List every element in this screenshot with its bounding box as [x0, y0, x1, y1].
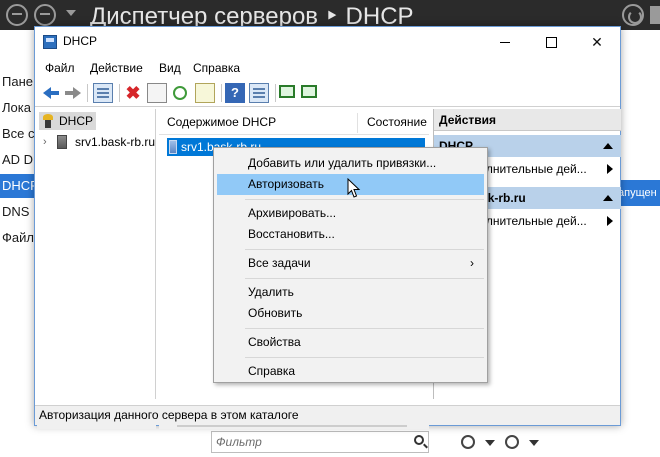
- dhcp-app-icon: [43, 35, 57, 49]
- minimize-button[interactable]: [482, 27, 528, 57]
- back-arrow-icon[interactable]: [41, 83, 61, 103]
- forward-icon[interactable]: [34, 4, 56, 26]
- menu-bar: Файл Действие Вид Справка: [35, 57, 620, 79]
- column-divider[interactable]: [357, 113, 358, 133]
- menu-separator: [245, 249, 484, 250]
- export-list-icon[interactable]: [195, 83, 215, 103]
- window-titlebar[interactable]: DHCP ✕: [35, 27, 620, 57]
- search-icon: [414, 435, 424, 445]
- menu-separator: [245, 328, 484, 329]
- expand-chevron-icon[interactable]: ›: [43, 133, 47, 151]
- menu-view[interactable]: Вид: [159, 61, 181, 75]
- toolbar: ✖ ?: [35, 79, 620, 107]
- submenu-arrow-icon: ›: [470, 256, 474, 270]
- forward-arrow-icon[interactable]: [63, 83, 83, 103]
- show-hide-action-pane-icon[interactable]: [249, 83, 269, 103]
- tree-item-label: DHCP: [59, 114, 94, 128]
- mouse-cursor-icon: [347, 178, 361, 198]
- chevron-down-icon[interactable]: [485, 440, 495, 446]
- menu-help[interactable]: Справка: [193, 61, 240, 75]
- toolbar-separator: [87, 84, 88, 102]
- collapse-icon[interactable]: [603, 143, 613, 149]
- status-badge: апущен: [618, 180, 660, 206]
- chevron-down-icon[interactable]: [529, 440, 539, 446]
- menu-item-delete[interactable]: Удалить: [217, 282, 484, 303]
- server-icon[interactable]: [279, 85, 295, 98]
- properties-icon[interactable]: [147, 83, 167, 103]
- submenu-arrow-icon: [607, 216, 613, 226]
- menu-action[interactable]: Действие: [90, 61, 143, 75]
- server-manager-filter-bar: Фильтр: [205, 425, 660, 457]
- menu-file[interactable]: Файл: [45, 61, 75, 75]
- menu-item-label: Все задачи: [248, 256, 311, 270]
- tree-item-dhcp[interactable]: DHCP: [39, 112, 97, 130]
- results-header: Содержимое DHCP Состояние: [159, 109, 429, 135]
- column-header-status[interactable]: Состояние: [367, 115, 427, 129]
- filter-input[interactable]: Фильтр: [211, 431, 429, 453]
- notifications-flag-icon[interactable]: [650, 6, 660, 24]
- back-icon[interactable]: [6, 4, 28, 26]
- refresh-icon[interactable]: [173, 86, 187, 100]
- delete-icon[interactable]: ✖: [123, 83, 143, 103]
- menu-item-refresh[interactable]: Обновить: [217, 303, 484, 324]
- menu-item-help[interactable]: Справка: [217, 361, 484, 382]
- tree-item-label: srv1.bask-rb.ru: [75, 135, 156, 149]
- submenu-arrow-icon: [607, 164, 613, 174]
- menu-separator: [245, 199, 484, 200]
- console-tree: DHCP › srv1.bask-rb.ru ‹ ›: [37, 109, 156, 429]
- show-hide-console-tree-icon[interactable]: [93, 83, 113, 103]
- history-dropdown-icon[interactable]: [66, 10, 76, 16]
- dhcp-icon: [41, 114, 55, 128]
- help-icon[interactable]: ?: [225, 83, 245, 103]
- close-button[interactable]: ✕: [574, 27, 620, 57]
- menu-separator: [245, 278, 484, 279]
- menu-item-backup[interactable]: Архивировать...: [217, 203, 484, 224]
- menu-item-restore[interactable]: Восстановить...: [217, 224, 484, 245]
- toolbar-separator: [221, 84, 222, 102]
- menu-item-all-tasks[interactable]: Все задачи ›: [217, 253, 484, 274]
- actions-header: Действия: [434, 109, 621, 131]
- toolbar-separator: [275, 84, 276, 102]
- settings-icon[interactable]: [505, 435, 519, 449]
- maximize-button[interactable]: [528, 27, 574, 57]
- list-options-icon[interactable]: [461, 435, 475, 449]
- server-manager-nav: Пане Лока Все с AD D DHCP DNS Файл: [0, 30, 40, 457]
- status-bar: Авторизация данного сервера в этом катал…: [35, 405, 620, 425]
- menu-separator: [245, 357, 484, 358]
- collapse-icon[interactable]: [603, 195, 613, 201]
- menu-item-properties[interactable]: Свойства: [217, 332, 484, 353]
- toolbar-separator: [119, 84, 120, 102]
- column-header-content[interactable]: Содержимое DHCP: [167, 115, 276, 129]
- menu-item-bindings[interactable]: Добавить или удалить привязки...: [217, 153, 484, 174]
- server-network-icon[interactable]: [301, 85, 317, 98]
- filter-placeholder: Фильтр: [216, 435, 262, 449]
- server-icon: [57, 135, 67, 149]
- refresh-icon[interactable]: [622, 4, 644, 26]
- window-title: DHCP: [63, 34, 98, 48]
- server-icon: [169, 140, 177, 154]
